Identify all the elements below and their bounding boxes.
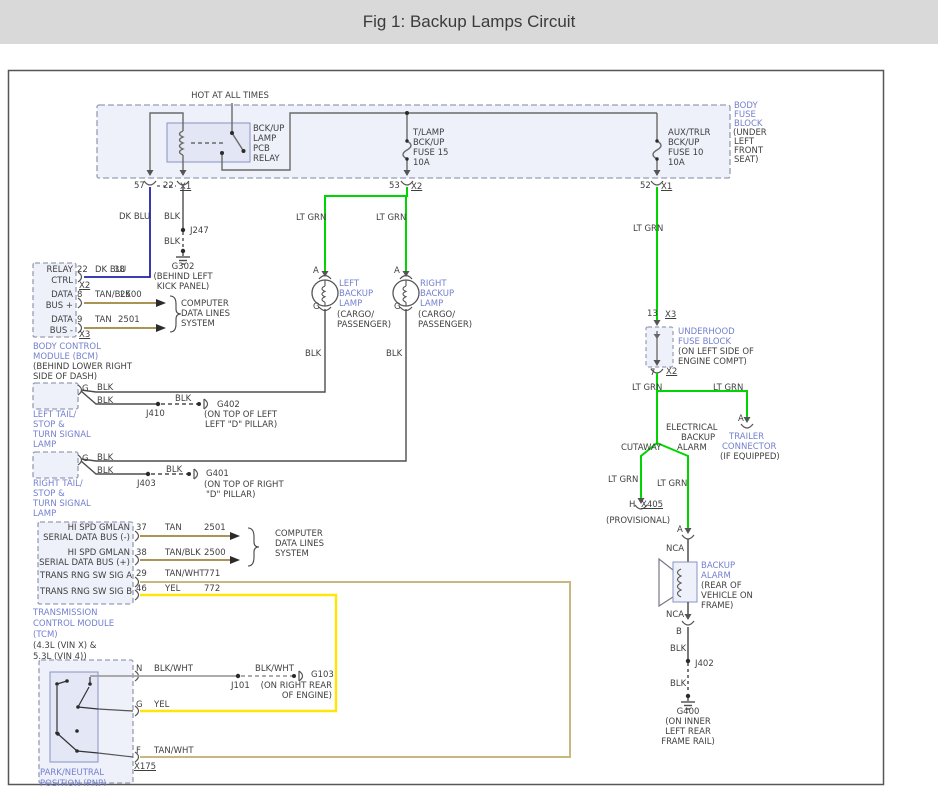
page: Fig 1: Backup Lamps Circuit	[0, 0, 938, 802]
pnp-switch-group	[39, 660, 139, 783]
circuit-svg	[0, 0, 938, 802]
body-fuse-block-group	[97, 103, 730, 186]
